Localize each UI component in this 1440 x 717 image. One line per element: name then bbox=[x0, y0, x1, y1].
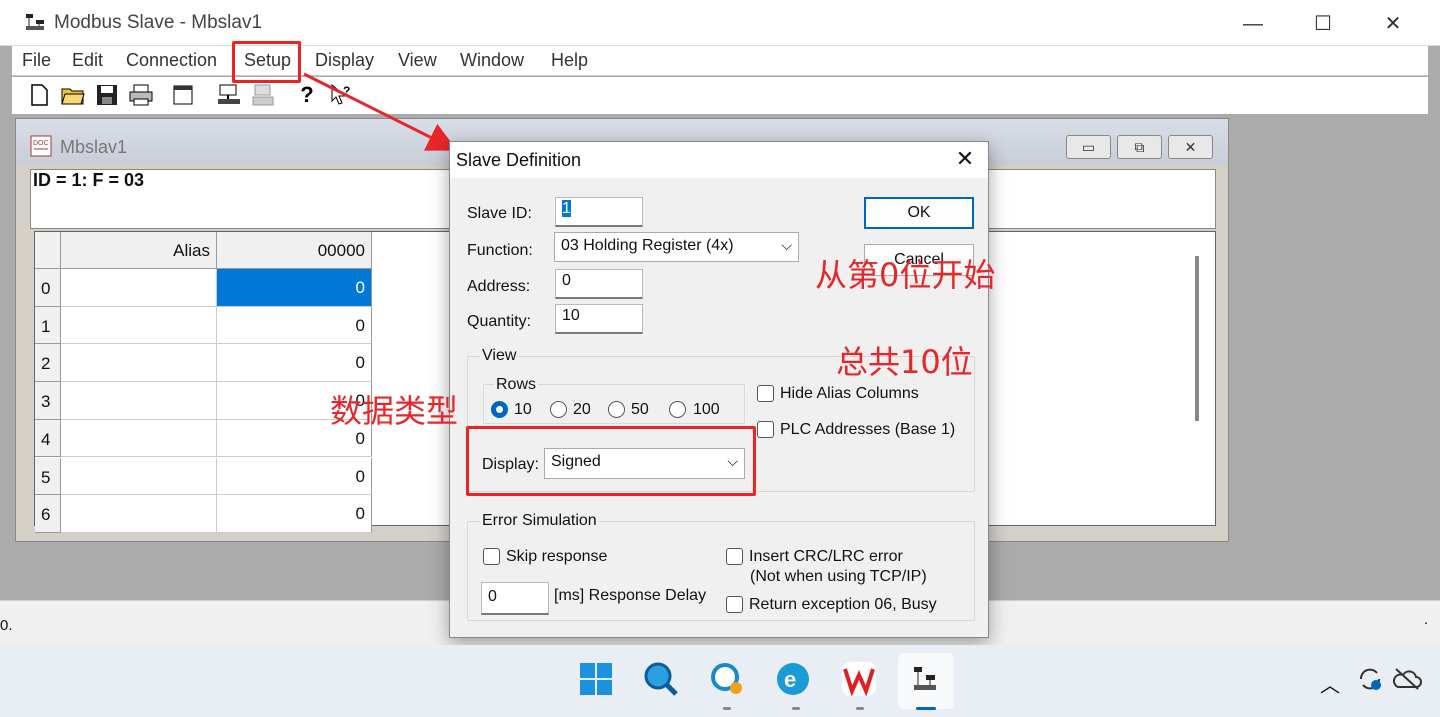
browser-icon[interactable]: e bbox=[773, 659, 813, 699]
dialog-close-icon[interactable]: ✕ bbox=[950, 146, 980, 174]
view-group-label: View bbox=[480, 347, 519, 365]
rows-20-radio[interactable] bbox=[550, 401, 567, 418]
svg-text:e: e bbox=[784, 667, 796, 692]
rows-100-label: 100 bbox=[693, 401, 720, 418]
active-indicator bbox=[916, 707, 936, 710]
response-delay-field[interactable]: 0 bbox=[481, 582, 549, 615]
chat-icon[interactable] bbox=[707, 659, 747, 699]
return-exception-label: Return exception 06, Busy bbox=[749, 596, 937, 613]
insert-crc-note: (Not when using TCP/IP) bbox=[750, 568, 927, 585]
display-annotation: 数据类型 bbox=[330, 392, 459, 430]
running-indicator bbox=[856, 707, 864, 710]
dialog-title-bar: Slave Definition ✕ bbox=[450, 142, 988, 178]
slave-id-value: 1 bbox=[562, 200, 571, 217]
modbus-slave-icon[interactable] bbox=[906, 659, 946, 699]
quantity-field[interactable]: 10 bbox=[555, 304, 643, 334]
rows-10-label: 10 bbox=[514, 401, 532, 418]
rows-10-radio[interactable] bbox=[491, 401, 508, 418]
quantity-annotation: 总共10位 bbox=[836, 343, 973, 381]
hide-alias-label: Hide Alias Columns bbox=[780, 385, 919, 402]
display-highlight-box bbox=[466, 426, 756, 496]
slave-id-field[interactable]: 1 bbox=[555, 197, 643, 227]
wps-office-icon[interactable] bbox=[839, 659, 879, 699]
skip-response-checkbox[interactable] bbox=[483, 548, 500, 565]
ok-button[interactable]: OK bbox=[864, 197, 974, 229]
response-delay-label: [ms] Response Delay bbox=[554, 587, 707, 604]
search-icon[interactable] bbox=[641, 659, 681, 699]
function-select[interactable]: 03 Holding Register (4x) ⌵ bbox=[554, 232, 799, 262]
slave-id-label: Slave ID: bbox=[467, 205, 532, 222]
plc-addresses-checkbox[interactable] bbox=[757, 421, 774, 438]
function-label: Function: bbox=[467, 242, 533, 259]
insert-crc-checkbox[interactable] bbox=[726, 548, 743, 565]
plc-addresses-label: PLC Addresses (Base 1) bbox=[780, 421, 956, 438]
chevron-up-icon[interactable]: ︿ bbox=[1320, 669, 1340, 698]
running-indicator bbox=[723, 707, 731, 710]
hide-alias-checkbox[interactable] bbox=[757, 385, 774, 402]
rows-50-label: 50 bbox=[631, 401, 649, 418]
address-field[interactable]: 0 bbox=[555, 269, 643, 299]
taskbar: e ︿ bbox=[0, 645, 1440, 717]
function-value: 03 Holding Register (4x) bbox=[561, 237, 734, 254]
rows-50-radio[interactable] bbox=[608, 401, 625, 418]
sync-icon[interactable] bbox=[1356, 665, 1384, 698]
address-annotation: 从第0位开始 bbox=[815, 256, 996, 294]
running-indicator bbox=[792, 707, 800, 710]
skip-response-label: Skip response bbox=[506, 548, 608, 565]
start-icon[interactable] bbox=[576, 659, 616, 699]
rows-100-radio[interactable] bbox=[669, 401, 686, 418]
slave-definition-dialog: Slave Definition ✕ Slave ID: 1 OK Cancel… bbox=[449, 141, 989, 638]
rows-20-label: 20 bbox=[573, 401, 591, 418]
quantity-label: Quantity: bbox=[467, 313, 532, 330]
onedrive-offline-icon[interactable] bbox=[1392, 667, 1422, 696]
chevron-down-icon: ⌵ bbox=[781, 237, 792, 253]
address-label: Address: bbox=[467, 278, 531, 295]
rows-group-label: Rows bbox=[494, 376, 539, 394]
dialog-title: Slave Definition bbox=[456, 150, 582, 170]
error-simulation-label: Error Simulation bbox=[480, 512, 599, 530]
insert-crc-label: Insert CRC/LRC error bbox=[749, 548, 903, 565]
return-exception-checkbox[interactable] bbox=[726, 596, 743, 613]
